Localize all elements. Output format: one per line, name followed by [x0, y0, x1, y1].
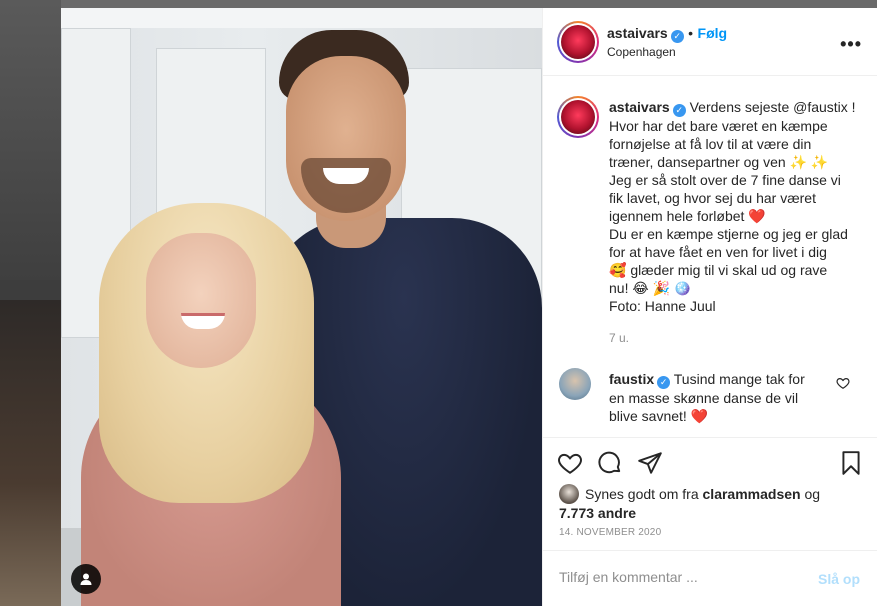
reply-like-heart-icon[interactable] [836, 376, 850, 390]
post-header: astaivars ✓ • Følg Copenhagen ••• [543, 8, 877, 76]
likes-summary: Synes godt om fra clarammadsen og 7.773 … [559, 484, 859, 522]
comment-input[interactable] [559, 569, 799, 585]
caption-line: Jeg er så stolt over de 7 fine danse vi [609, 172, 841, 188]
likes-prefix: Synes godt om fra [585, 486, 699, 502]
photo-woman-face [146, 233, 256, 368]
bookmark-icon[interactable] [838, 450, 864, 476]
action-bar [543, 437, 877, 483]
post-comment-button[interactable]: Slå op [818, 571, 860, 587]
user-tag-glyph [80, 573, 92, 585]
comment-composer: Slå op [543, 550, 877, 606]
caption-line: for at have fået en ven for livet i dig [609, 244, 827, 260]
author-line: astaivars ✓ • Følg [607, 25, 727, 43]
likes-count[interactable]: 7.773 andre [559, 505, 636, 521]
verified-badge-icon: ✓ [672, 104, 686, 117]
share-icon[interactable] [637, 450, 663, 476]
caption-line: Foto: Hanne Juul [609, 298, 716, 314]
reply-line: blive savnet! ❤️ [609, 408, 709, 424]
likes-joiner: og [804, 486, 821, 502]
verified-badge-icon: ✓ [670, 30, 684, 43]
comments-section: astaivars ✓ Verdens sejeste @faustix ! Hv… [543, 76, 877, 436]
post-photo[interactable] [61, 8, 542, 606]
caption-line: igennem hele forløbet ❤️ [609, 208, 766, 224]
caption-line: nu! 😂 🎉 🪩 [609, 280, 692, 296]
liker-username[interactable]: clarammadsen [703, 486, 801, 502]
reply-line: faustix ✓ Tusind mange tak for [609, 370, 837, 389]
post-details-panel: astaivars ✓ • Følg Copenhagen ••• astaiva… [542, 8, 877, 606]
caption-text: Verdens sejeste @faustix ! [689, 99, 856, 115]
reply-line: en masse skønne danse de vil [609, 390, 799, 406]
caption-time-ago[interactable]: 7 u. [609, 331, 629, 345]
heart-icon[interactable] [557, 450, 583, 476]
caption-author-avatar[interactable] [557, 96, 599, 138]
post-caption: astaivars ✓ Verdens sejeste @faustix ! Hv… [609, 98, 859, 315]
caption-line: 🥰 glæder mig til vi skal ud og rave [609, 262, 828, 278]
background-post-thumbnail [0, 300, 61, 606]
background-strip [61, 0, 877, 8]
reply-author-avatar[interactable] [559, 368, 591, 400]
caption-username[interactable]: astaivars [609, 99, 670, 115]
reply-comment: faustix ✓ Tusind mange tak for en masse s… [609, 370, 837, 425]
more-options-icon[interactable]: ••• [840, 34, 862, 55]
follow-button[interactable]: Følg [698, 25, 728, 41]
author-username[interactable]: astaivars [607, 25, 668, 41]
post-date[interactable]: 14. NOVEMBER 2020 [559, 527, 661, 538]
caption-line: Hvor har det bare været en kæmpe [609, 118, 828, 134]
caption-line: fik lavet, og hvor sej du har været [609, 190, 816, 206]
author-avatar[interactable] [557, 21, 599, 63]
separator-dot: • [688, 25, 694, 41]
liker-avatar[interactable] [559, 484, 579, 504]
verified-badge-icon: ✓ [657, 376, 671, 389]
reply-username[interactable]: faustix [609, 371, 654, 387]
caption-line: astaivars ✓ Verdens sejeste @faustix ! [609, 98, 859, 117]
photo-ceiling [61, 8, 542, 28]
post-location[interactable]: Copenhagen [607, 45, 676, 59]
user-tag-icon[interactable] [71, 564, 101, 594]
caption-line: fornøjelse at få lov til at være din [609, 136, 812, 152]
comment-icon[interactable] [597, 450, 623, 476]
caption-line: Du er en kæmpe stjerne og jeg er glad [609, 226, 848, 242]
reply-text: Tusind mange tak for [673, 371, 805, 387]
caption-line: træner, dansepartner og ven ✨ ✨ [609, 154, 829, 170]
background-post-thumbnail [0, 0, 61, 280]
